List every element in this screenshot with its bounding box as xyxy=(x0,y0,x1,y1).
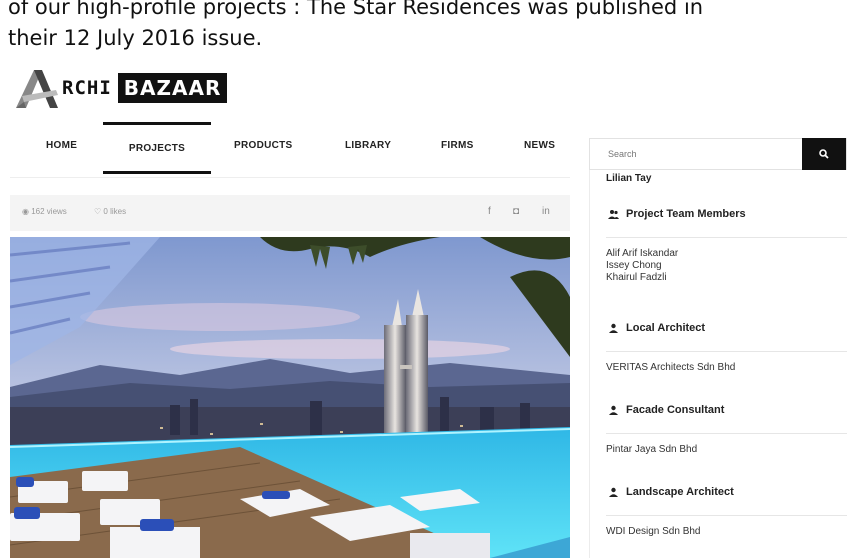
intro-line-1: of our high-profile projects : The Star … xyxy=(8,0,704,19)
section-heading-facade-consultant: Facade Consultant xyxy=(606,404,724,416)
divider xyxy=(606,433,847,434)
nav-library[interactable]: LIBRARY xyxy=(345,140,391,151)
nav-home[interactable]: HOME xyxy=(46,140,77,151)
facebook-icon[interactable]: f xyxy=(488,206,491,217)
list-item[interactable]: VERITAS Architects Sdn Bhd xyxy=(606,362,735,374)
list-item[interactable]: Alif Arif Iskandar xyxy=(606,248,678,260)
linkedin-icon[interactable]: in xyxy=(542,206,550,217)
stats-bar: ◉ 162 views ♡ 0 likes f ◘ in xyxy=(10,195,570,231)
user-icon xyxy=(606,405,620,415)
intro-line-2: their 12 July 2016 issue. xyxy=(8,26,263,50)
nav-products[interactable]: PRODUCTS xyxy=(234,140,293,151)
search-button[interactable] xyxy=(802,138,846,170)
eye-icon: ◉ xyxy=(22,207,29,216)
section-heading-landscape-architect: Landscape Architect xyxy=(606,486,734,498)
team-members-list: Alif Arif Iskandar Issey Chong Khairul F… xyxy=(606,248,678,284)
list-item[interactable]: WDI Design Sdn Bhd xyxy=(606,526,701,538)
intro-text: of our high-profile projects : The Star … xyxy=(8,0,847,54)
facade-consultant-list: Pintar Jaya Sdn Bhd xyxy=(606,444,697,456)
nav-projects[interactable]: PROJECTS xyxy=(103,122,211,174)
sidebar-divider xyxy=(589,170,590,558)
nav-news[interactable]: NEWS xyxy=(524,140,555,151)
main-nav: HOME PROJECTS PRODUCTS LIBRARY FIRMS NEW… xyxy=(10,122,570,178)
nav-firms[interactable]: FIRMS xyxy=(441,140,474,151)
sidebar-clipped-name: Lilian Tay xyxy=(606,173,652,184)
logo-archi-text: RCHI xyxy=(62,77,112,99)
landscape-architect-list: WDI Design Sdn Bhd xyxy=(606,526,701,538)
divider xyxy=(606,351,847,352)
users-icon xyxy=(606,209,620,219)
views-count: ◉ 162 views xyxy=(22,207,67,216)
divider xyxy=(606,515,847,516)
list-item[interactable]: Khairul Fadzli xyxy=(606,272,678,284)
user-icon xyxy=(606,323,620,333)
section-heading-team: Project Team Members xyxy=(606,208,746,220)
rooftop-pool-render xyxy=(10,237,570,558)
list-item[interactable]: Issey Chong xyxy=(606,260,678,272)
search-icon xyxy=(819,149,829,159)
search-box xyxy=(589,138,847,170)
section-heading-local-architect: Local Architect xyxy=(606,322,705,334)
search-input[interactable] xyxy=(590,139,804,169)
instagram-icon[interactable]: ◘ xyxy=(513,206,519,217)
heart-icon: ♡ xyxy=(94,207,102,216)
likes-count[interactable]: ♡ 0 likes xyxy=(94,207,126,216)
user-icon xyxy=(606,487,620,497)
logo-bazaar-text: BAZAAR xyxy=(117,73,228,103)
divider xyxy=(606,237,847,238)
list-item[interactable]: Pintar Jaya Sdn Bhd xyxy=(606,444,697,456)
archibazaar-logo[interactable]: RCHI BAZAAR xyxy=(12,64,228,112)
local-architect-list: VERITAS Architects Sdn Bhd xyxy=(606,362,735,374)
project-hero-image[interactable] xyxy=(10,237,570,558)
